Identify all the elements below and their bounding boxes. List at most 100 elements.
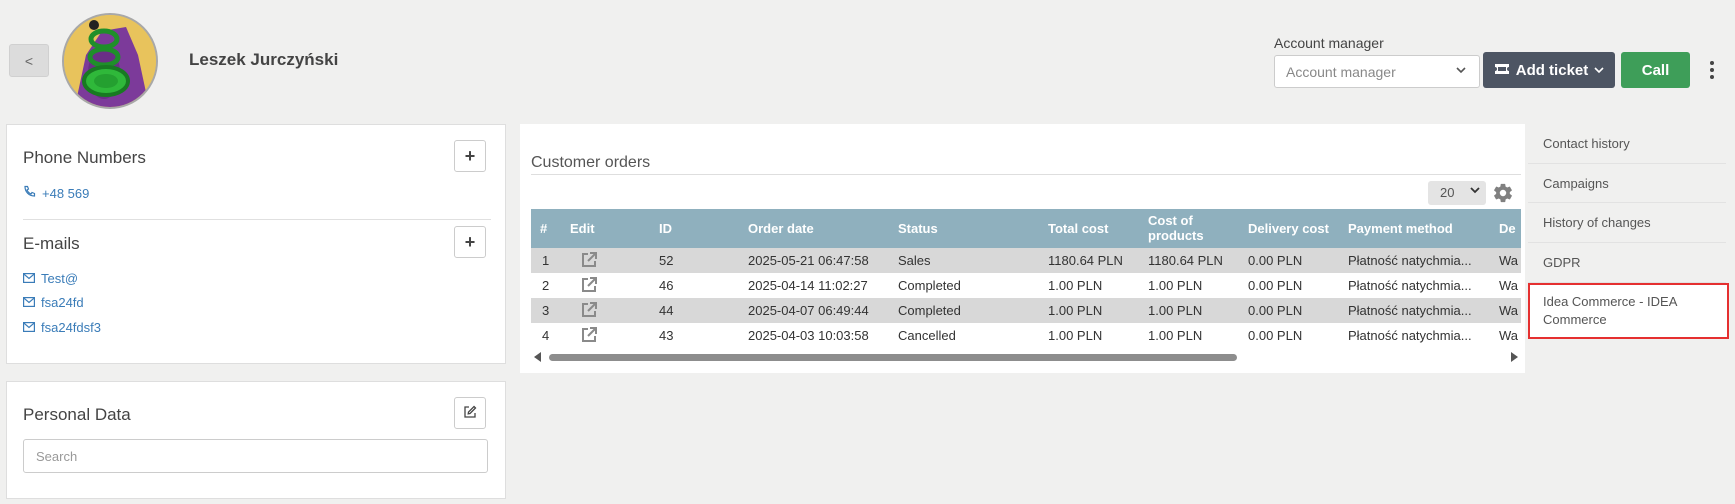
cell-de: Wa <box>1499 278 1519 293</box>
cell-total-cost: 1.00 PLN <box>1048 303 1103 318</box>
cell-number: 1 <box>542 253 550 268</box>
envelope-icon <box>23 295 36 310</box>
column-header-id: ID <box>659 221 672 236</box>
cell-cost-of-products: 1.00 PLN <box>1148 278 1203 293</box>
email-item[interactable]: Test@ <box>23 271 78 286</box>
customer-orders-title: Customer orders <box>531 154 651 171</box>
sidebar-item-history-of-changes[interactable]: History of changes <box>1528 203 1726 243</box>
external-link-icon[interactable] <box>580 301 598 319</box>
cell-total-cost: 1.00 PLN <box>1048 328 1103 343</box>
sidebar-item-idea-commerce[interactable]: Idea Commerce - IDEA Commerce <box>1528 283 1729 339</box>
avatar <box>62 13 158 109</box>
column-header-cost-of-products: Cost of products <box>1148 213 1204 243</box>
cell-cost-of-products: 1.00 PLN <box>1148 328 1203 343</box>
envelope-icon <box>23 271 36 286</box>
external-link-icon[interactable] <box>580 251 598 269</box>
add-email-button[interactable]: + <box>454 226 486 258</box>
column-header-total-cost: Total cost <box>1048 221 1109 236</box>
scroll-right-arrow-icon[interactable] <box>1511 352 1518 362</box>
cell-id: 46 <box>659 278 674 293</box>
edit-personal-data-button[interactable] <box>454 397 486 429</box>
cell-delivery-cost: 0.00 PLN <box>1248 328 1303 343</box>
phone-icon <box>23 185 36 201</box>
external-link-icon[interactable] <box>580 276 598 294</box>
cell-number: 4 <box>542 328 550 343</box>
more-options-icon[interactable] <box>1705 58 1719 82</box>
sidebar-item-gdpr[interactable]: GDPR <box>1528 243 1726 283</box>
cell-order-date: 2025-04-14 11:02:27 <box>748 278 868 293</box>
phone-number-item[interactable]: +48 569 <box>23 185 89 201</box>
cell-total-cost: 1180.64 PLN <box>1048 253 1123 268</box>
page-size-select[interactable]: 20 <box>1428 181 1486 205</box>
cell-delivery-cost: 0.00 PLN <box>1248 278 1303 293</box>
cell-payment-method: Płatność natychmia... <box>1348 303 1472 318</box>
cell-total-cost: 1.00 PLN <box>1048 278 1103 293</box>
gear-icon[interactable] <box>1492 182 1514 204</box>
cell-cost-of-products: 1180.64 PLN <box>1148 253 1223 268</box>
cell-delivery-cost: 0.00 PLN <box>1248 253 1303 268</box>
orders-table: # Edit ID Order date Status Total cost C… <box>531 209 1521 349</box>
add-phone-button[interactable]: + <box>454 140 486 172</box>
personal-data-title: Personal Data <box>23 405 131 424</box>
cell-de: Wa <box>1499 328 1519 343</box>
table-header: # Edit ID Order date Status Total cost C… <box>531 209 1521 248</box>
cell-order-date: 2025-04-07 06:49:44 <box>748 303 869 318</box>
cell-order-date: 2025-05-21 06:47:58 <box>748 253 869 268</box>
scroll-left-arrow-icon[interactable] <box>534 352 541 362</box>
back-button[interactable]: < <box>9 44 49 77</box>
cell-payment-method: Płatność natychmia... <box>1348 328 1472 343</box>
column-header-de: De <box>1499 221 1516 236</box>
add-ticket-label: Add ticket <box>1515 61 1589 79</box>
cell-delivery-cost: 0.00 PLN <box>1248 303 1303 318</box>
cell-id: 44 <box>659 303 674 318</box>
chevron-down-icon <box>1455 64 1467 79</box>
email-text: fsa24fd <box>41 295 84 310</box>
cell-id: 52 <box>659 253 674 268</box>
ticket-icon <box>1494 62 1510 79</box>
account-manager-placeholder: Account manager <box>1286 64 1396 80</box>
cell-order-date: 2025-04-03 10:03:58 <box>748 328 869 343</box>
horizontal-scrollbar[interactable] <box>531 350 1521 364</box>
column-header-order-date: Order date <box>748 221 814 236</box>
cell-status: Sales <box>898 253 931 268</box>
call-button[interactable]: Call <box>1621 52 1690 88</box>
table-row[interactable]: 1 52 2025-05-21 06:47:58 Sales 1180.64 P… <box>531 248 1521 273</box>
personal-data-search-input[interactable]: Search <box>23 439 488 473</box>
table-row[interactable]: 4 43 2025-04-03 10:03:58 Cancelled 1.00 … <box>531 323 1521 348</box>
email-text: fsa24fdsf3 <box>41 320 101 335</box>
account-manager-select[interactable]: Account manager <box>1274 55 1480 88</box>
sidebar-item-campaigns[interactable]: Campaigns <box>1528 164 1726 203</box>
column-header-status: Status <box>898 221 938 236</box>
email-text: Test@ <box>41 271 79 286</box>
cell-cost-of-products: 1.00 PLN <box>1148 303 1203 318</box>
phone-numbers-title: Phone Numbers <box>23 148 146 167</box>
cell-status: Completed <box>898 278 961 293</box>
page-size-value: 20 <box>1440 185 1455 200</box>
external-link-icon[interactable] <box>580 326 598 344</box>
email-item[interactable]: fsa24fd <box>23 295 84 310</box>
cell-status: Cancelled <box>898 328 956 343</box>
column-header-number: # <box>540 221 548 236</box>
sidebar-item-contact-history[interactable]: Contact history <box>1528 124 1726 164</box>
chevron-down-icon <box>1470 185 1480 198</box>
column-header-edit: Edit <box>570 221 595 236</box>
emails-title: E-mails <box>23 234 80 253</box>
customer-orders-panel: Customer orders 20 # Edit ID Order date … <box>520 124 1525 373</box>
column-header-delivery-cost: Delivery cost <box>1248 221 1329 236</box>
account-manager-label: Account manager <box>1274 35 1384 51</box>
scrollbar-thumb[interactable] <box>549 354 1237 361</box>
cell-payment-method: Płatność natychmia... <box>1348 278 1472 293</box>
edit-icon <box>463 403 477 424</box>
cell-payment-method: Płatność natychmia... <box>1348 253 1472 268</box>
table-row[interactable]: 2 46 2025-04-14 11:02:27 Completed 1.00 … <box>531 273 1521 298</box>
email-item[interactable]: fsa24fdsf3 <box>23 320 101 335</box>
customer-name: Leszek Jurczyński <box>189 50 339 69</box>
table-row[interactable]: 3 44 2025-04-07 06:49:44 Completed 1.00 … <box>531 298 1521 323</box>
personal-data-card: Personal Data Search <box>6 381 506 499</box>
cell-number: 2 <box>542 278 550 293</box>
add-ticket-button[interactable]: Add ticket <box>1483 52 1615 88</box>
divider <box>23 219 491 220</box>
cell-id: 43 <box>659 328 674 343</box>
envelope-icon <box>23 320 36 335</box>
chevron-down-icon <box>1594 62 1604 79</box>
